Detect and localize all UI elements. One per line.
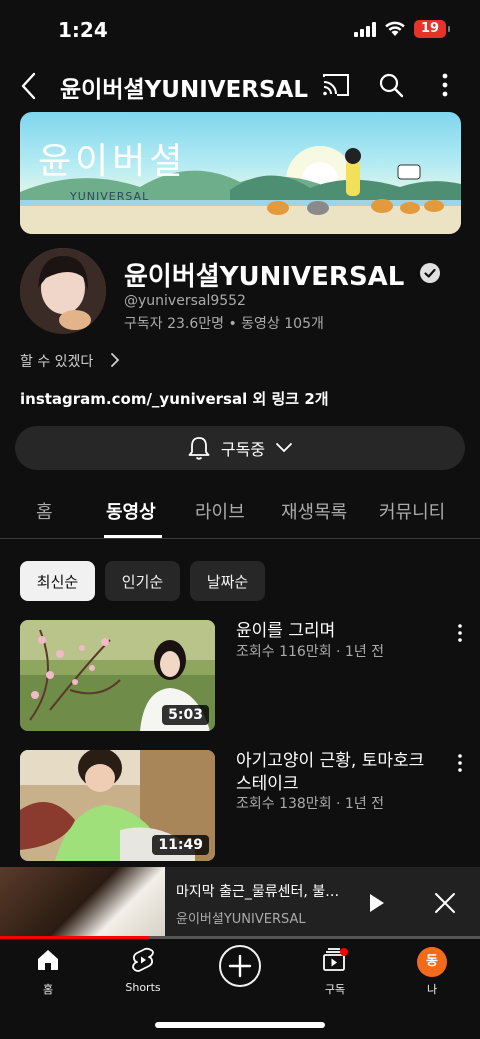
more-options-button[interactable] (432, 70, 458, 104)
verified-badge-icon (420, 263, 440, 283)
tab-videos[interactable]: 동영상 (106, 498, 156, 524)
mini-player[interactable]: 마지막 출근_물류센터, 불… 윤이버셜YUNIVERSAL (0, 867, 480, 939)
chip-popular[interactable]: 인기순 (105, 561, 180, 601)
subscribed-label: 구독중 (220, 440, 266, 459)
play-icon (370, 894, 384, 912)
tab-home[interactable]: 홈 (36, 498, 53, 524)
status-time: 1:24 (58, 18, 108, 42)
video-title[interactable]: 아기고양이 근황, 토마호크 스테이크 (236, 750, 436, 796)
search-icon (379, 73, 404, 98)
nav-home-label: 홈 (42, 983, 54, 996)
header-title: 윤이버셜YUNIVERSAL (60, 77, 309, 103)
video-thumbnail[interactable]: 11:49 (20, 750, 215, 861)
chip-latest[interactable]: 최신순 (20, 561, 95, 601)
wifi-icon (384, 21, 406, 37)
chip-oldest[interactable]: 날짜순 (190, 561, 265, 601)
search-button[interactable] (377, 70, 405, 104)
active-tab-indicator (104, 535, 162, 538)
more-vert-icon (458, 754, 462, 772)
chevron-down-icon (276, 443, 292, 453)
more-vert-icon (442, 73, 448, 97)
home-indicator (155, 1022, 325, 1028)
video-more-button[interactable] (452, 752, 468, 774)
nav-shorts[interactable]: Shorts (103, 947, 183, 994)
banner-logo-subtext: YUNIVERSAL (70, 190, 150, 203)
nav-you[interactable]: 동 나 (392, 947, 472, 997)
plus-icon (228, 954, 252, 978)
video-thumbnail[interactable]: 5:03 (20, 620, 215, 731)
nav-home[interactable]: 홈 (8, 947, 88, 997)
battery-icon: 19 (414, 20, 450, 38)
tab-community[interactable]: 커뮤니티 (379, 498, 445, 524)
subscriptions-icon (323, 948, 348, 971)
mini-player-thumbnail[interactable] (0, 867, 165, 939)
tab-playlists[interactable]: 재생목록 (281, 498, 347, 524)
subscribed-button[interactable]: 구독중 (15, 426, 465, 470)
signal-icon (354, 21, 376, 37)
bell-icon (188, 437, 210, 460)
channel-description-text: 할 수 있겠다 (20, 354, 94, 370)
chevron-right-icon (110, 353, 120, 370)
channel-description[interactable]: 할 수 있겠다 (20, 351, 120, 371)
nav-subscriptions-label: 구독 (324, 983, 346, 996)
channel-links[interactable]: instagram.com/_yuniversal 외 링크 2개 (20, 388, 329, 409)
channel-name: 윤이버셜YUNIVERSAL (124, 262, 405, 292)
nav-shorts-label: Shorts (125, 981, 161, 994)
back-button[interactable] (16, 70, 44, 102)
tab-live[interactable]: 라이브 (195, 498, 245, 524)
channel-stats: 구독자 23.6만명 • 동영상 105개 (124, 316, 324, 332)
cast-icon (323, 74, 349, 96)
mini-player-title[interactable]: 마지막 출근_물류센터, 불… (176, 881, 339, 901)
channel-handle: @yuniversal9552 (124, 293, 246, 309)
video-meta: 조회수 138만회 · 1년 전 (236, 796, 385, 812)
video-meta: 조회수 116만회 · 1년 전 (236, 644, 385, 660)
channel-avatar[interactable] (20, 248, 106, 334)
close-icon (435, 893, 455, 913)
mini-player-channel: 윤이버셜YUNIVERSAL (176, 912, 306, 927)
profile-avatar: 동 (417, 947, 447, 977)
shorts-icon (132, 947, 154, 972)
channel-header: 윤이버셜YUNIVERSAL (0, 62, 480, 110)
status-bar: 1:24 19 (0, 0, 480, 62)
cast-button[interactable] (322, 72, 350, 102)
video-duration: 5:03 (162, 705, 209, 725)
mini-player-play-button[interactable] (364, 891, 388, 919)
channel-banner: 윤이버셜 YUNIVERSAL (20, 112, 461, 234)
create-button[interactable] (219, 945, 261, 987)
nav-subscriptions[interactable]: 구독 (295, 947, 375, 997)
nav-you-label: 나 (426, 983, 438, 996)
status-icons: 19 (354, 20, 450, 38)
video-duration: 11:49 (152, 835, 209, 855)
more-vert-icon (458, 624, 462, 642)
video-more-button[interactable] (452, 622, 468, 644)
chevron-left-icon (21, 72, 36, 100)
video-title[interactable]: 윤이를 그리며 (236, 620, 436, 643)
channel-tabs: 홈 동영상 라이브 재생목록 커뮤니티 (0, 482, 480, 539)
banner-logo-text: 윤이버셜 (38, 141, 187, 182)
mini-player-close-button[interactable] (433, 891, 457, 919)
home-icon (38, 950, 58, 970)
avatar-image (20, 248, 106, 334)
